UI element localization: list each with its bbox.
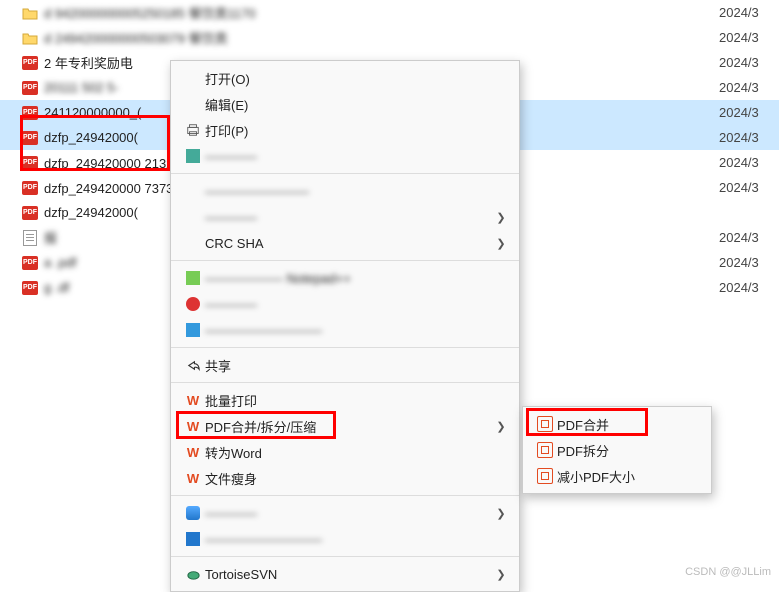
print-icon (181, 123, 205, 137)
wps-icon: W (181, 419, 205, 434)
menu-pdf-tools[interactable]: W PDF合并/拆分/压缩 ❯ (171, 413, 519, 439)
chevron-right-icon: ❯ (493, 420, 509, 433)
app-icon (186, 149, 200, 163)
menu-to-word[interactable]: W 转为Word (171, 439, 519, 465)
file-date: 2024/3 (719, 5, 779, 20)
file-date: 2024/3 (719, 30, 779, 45)
app-icon (186, 532, 200, 546)
file-date: 2024/3 (719, 280, 779, 295)
menu-file-slim[interactable]: W 文件瘦身 (171, 465, 519, 491)
pdf-split-icon (533, 442, 557, 458)
menu-blurred-4[interactable]: ———— (171, 291, 519, 317)
pdf-reduce-icon (533, 468, 557, 484)
menu-blurred-6[interactable]: ———— ❯ (171, 500, 519, 526)
wps-icon: W (181, 471, 205, 486)
pdf-icon: PDF (22, 255, 38, 271)
menu-blurred-5[interactable]: ————————— (171, 317, 519, 343)
file-date: 2024/3 (719, 55, 779, 70)
menu-open[interactable]: 打开(O) (171, 65, 519, 91)
pdf-icon: PDF (22, 155, 38, 171)
submenu-pdf-split[interactable]: PDF拆分 (523, 437, 711, 463)
pdf-icon: PDF (22, 180, 38, 196)
watermark: CSDN @@JLLim (685, 566, 771, 578)
menu-notepad[interactable]: —————— Notepad++ (171, 265, 519, 291)
file-date: 2024/3 (719, 180, 779, 195)
submenu-pdf-merge[interactable]: PDF合并 (523, 411, 711, 437)
submenu-pdf-tools: PDF合并 PDF拆分 减小PDF大小 (522, 406, 712, 494)
file-row[interactable]: d 249420000000503079 餐饮类2024/3 (0, 25, 779, 50)
app-icon (186, 506, 200, 520)
menu-tortoisesvn[interactable]: TortoiseSVN ❯ (171, 561, 519, 587)
app-icon (186, 323, 200, 337)
pdf-icon: PDF (22, 55, 38, 71)
menu-separator (171, 173, 519, 174)
chevron-right-icon: ❯ (493, 211, 509, 224)
menu-blurred-1[interactable]: ———— (171, 143, 519, 169)
wps-icon: W (181, 445, 205, 460)
notepad-icon (186, 271, 200, 285)
menu-print[interactable]: 打印(P) (171, 117, 519, 143)
text-file-icon (22, 230, 38, 246)
folder-icon (22, 5, 38, 21)
file-date: 2024/3 (719, 80, 779, 95)
menu-edit[interactable]: 编辑(E) (171, 91, 519, 117)
pdf-icon: PDF (22, 205, 38, 221)
context-menu: 打开(O) 编辑(E) 打印(P) ———— ———————— ———— ❯ C… (170, 60, 520, 592)
chevron-right-icon: ❯ (493, 568, 509, 581)
file-name: d 249420000000503079 餐饮类 (44, 28, 719, 47)
file-date: 2024/3 (719, 130, 779, 145)
menu-label: 打开(O) (205, 69, 509, 88)
menu-share[interactable]: 共享 (171, 352, 519, 378)
menu-crc-sha[interactable]: CRC SHA ❯ (171, 230, 519, 256)
pdf-icon: PDF (22, 105, 38, 121)
submenu-pdf-reduce[interactable]: 减小PDF大小 (523, 463, 711, 489)
file-date: 2024/3 (719, 255, 779, 270)
file-row[interactable]: d 942000000005250185 餐饮类11702024/3 (0, 0, 779, 25)
wps-icon: W (181, 393, 205, 408)
menu-blurred-3[interactable]: ———— ❯ (171, 204, 519, 230)
pdf-icon: PDF (22, 80, 38, 96)
file-date: 2024/3 (719, 230, 779, 245)
file-date: 2024/3 (719, 155, 779, 170)
share-icon (181, 358, 205, 373)
app-icon (186, 297, 200, 311)
chevron-right-icon: ❯ (493, 237, 509, 250)
file-date: 2024/3 (719, 105, 779, 120)
pdf-icon: PDF (22, 130, 38, 146)
pdf-merge-icon (533, 416, 557, 432)
file-name: d 942000000005250185 餐饮类1170 (44, 3, 719, 22)
tortoise-icon (181, 567, 205, 582)
menu-batch-print[interactable]: W 批量打印 (171, 387, 519, 413)
pdf-icon: PDF (22, 280, 38, 296)
menu-blurred-7[interactable]: ————————— (171, 526, 519, 552)
menu-blurred-2[interactable]: ———————— (171, 178, 519, 204)
folder-icon (22, 30, 38, 46)
chevron-right-icon: ❯ (493, 507, 509, 520)
